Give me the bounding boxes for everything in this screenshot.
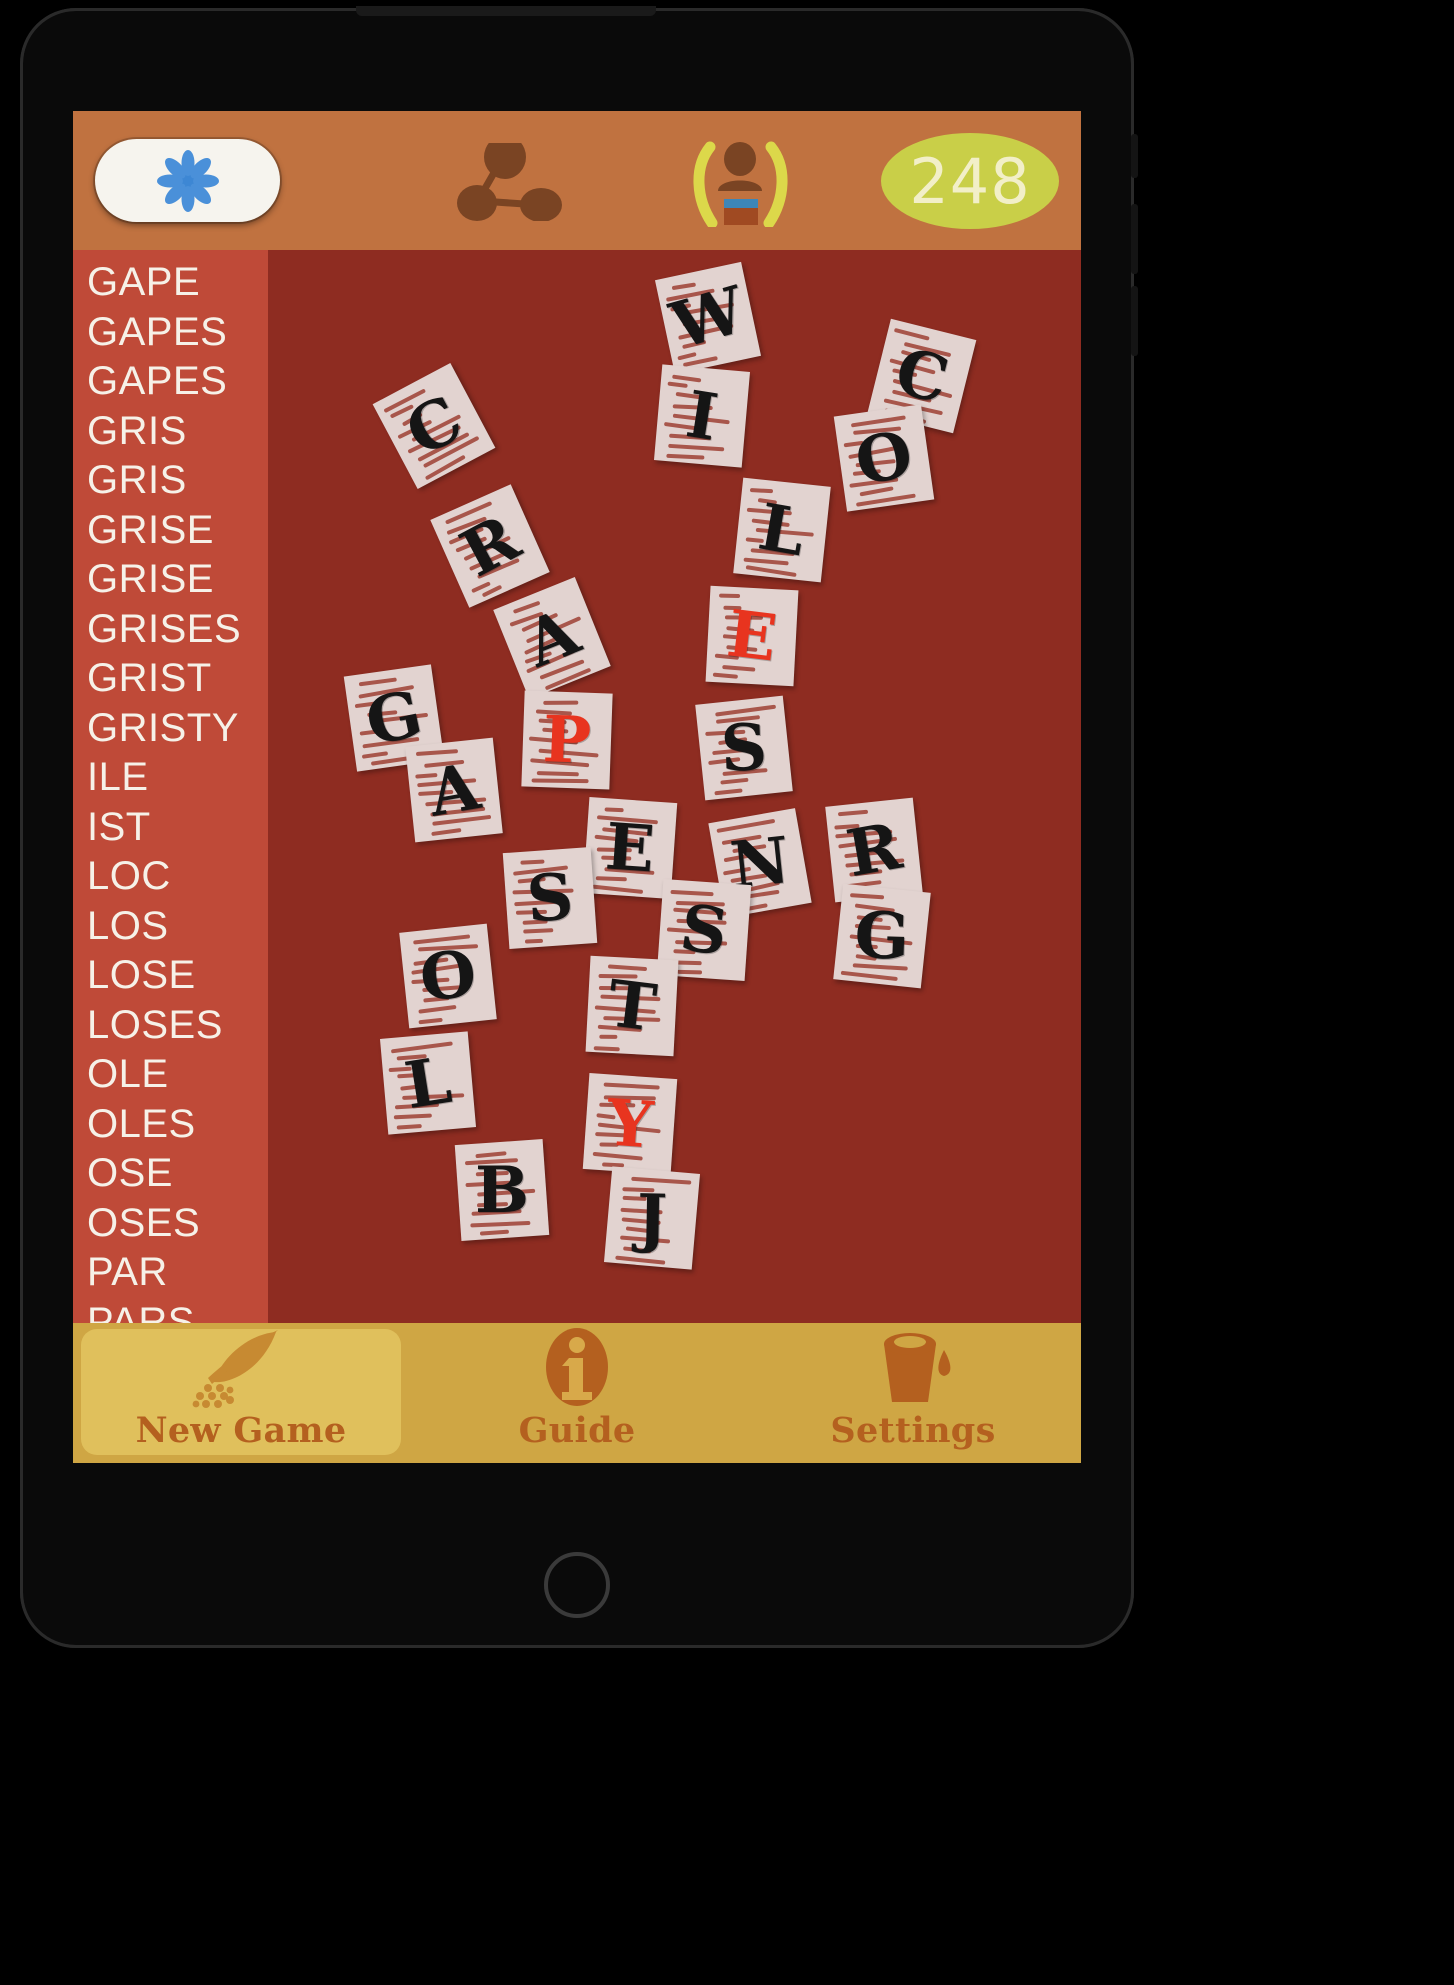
word-list-item: GAPES [87, 359, 228, 403]
letter-tile[interactable]: I [653, 364, 751, 468]
top-bar: 248 [73, 111, 1081, 250]
seed-scatter-icon [186, 1326, 296, 1408]
word-list-item: IST [87, 804, 151, 849]
word-list-item: LOSES [87, 1002, 223, 1047]
tablet-device-frame: 248 GAPE GAPES GAPES GRIS GRIS GRISE GRISE GRIS… [20, 6, 1138, 1648]
word-list-item: LOC [87, 854, 171, 898]
letter-tile[interactable]: S [695, 695, 793, 801]
tile-letter: B [474, 1152, 530, 1228]
trophy-person-icon[interactable] [688, 139, 793, 229]
letter-tile[interactable]: R [430, 484, 550, 608]
word-list-item: OLE [87, 1052, 169, 1096]
toolbar-item-settings[interactable]: Settings [745, 1323, 1081, 1463]
word-list-item: GRIS [87, 408, 187, 453]
word-list-item: GRISES [87, 606, 242, 651]
word-list-item: GRISE [87, 557, 214, 601]
tile-letter: J [636, 1180, 668, 1256]
tile-letter: W [663, 272, 753, 364]
letter-tile[interactable]: A [405, 737, 503, 843]
word-list-item: GRIST [87, 656, 212, 700]
toolbar-label-new-game: New Game [135, 1410, 347, 1451]
tile-letter: L [753, 489, 811, 571]
letter-tile[interactable]: O [399, 923, 497, 1029]
word-list-item: LOSE [87, 953, 196, 997]
letter-tile[interactable]: L [733, 477, 831, 583]
word-list-item: PAR [87, 1250, 168, 1294]
word-list-item: GRISTY [87, 705, 239, 750]
word-list-item: OSE [87, 1151, 173, 1195]
pot-droplet-icon [858, 1326, 968, 1408]
word-list-item: GRISE [87, 507, 214, 552]
letter-tile[interactable]: S [502, 847, 598, 949]
volume-down-button[interactable] [1131, 286, 1138, 356]
bottom-toolbar: New Game Guide Settings [73, 1323, 1081, 1463]
share-nodes-icon[interactable] [453, 135, 563, 222]
letter-tile[interactable]: L [379, 1031, 477, 1135]
letter-tile[interactable]: C [372, 362, 496, 490]
tile-letter: R [448, 500, 532, 592]
letter-tile[interactable]: J [603, 1166, 701, 1270]
tile-letter: P [541, 701, 593, 779]
device-speaker-notch [356, 6, 656, 16]
power-button[interactable] [1131, 134, 1138, 178]
letter-tile[interactable]: P [521, 690, 613, 790]
letter-tile-board[interactable]: WCIOCLRAEGPSAENRSSGOTLYBJ [268, 250, 1081, 1323]
word-list-item: LOS [87, 903, 169, 948]
score-value: 248 [909, 144, 1031, 218]
tile-letter: C [393, 380, 475, 472]
tile-letter: O [848, 415, 920, 501]
toolbar-item-guide[interactable]: Guide [409, 1323, 745, 1463]
letter-tile[interactable]: A [493, 577, 611, 699]
tile-letter: E [723, 595, 781, 677]
tile-letter: G [853, 897, 911, 975]
tile-letter: S [524, 858, 576, 938]
letter-tile[interactable]: W [654, 261, 762, 375]
letter-tile[interactable]: B [454, 1139, 550, 1241]
toolbar-label-guide: Guide [518, 1410, 636, 1451]
letter-tile[interactable]: Y [582, 1073, 678, 1175]
info-circle-icon [522, 1326, 632, 1408]
tile-letter: A [423, 748, 485, 832]
word-list-item: GRIS [87, 458, 187, 502]
app-screen: 248 GAPE GAPES GAPES GRIS GRIS GRISE GRISE GRIS… [73, 111, 1081, 1463]
word-list-item: ILE [87, 755, 149, 799]
tile-letter: I [681, 376, 723, 456]
found-words-list[interactable]: GAPE GAPES GAPES GRIS GRIS GRISE GRISE GRISES GR… [73, 250, 268, 1323]
tile-letter: S [719, 709, 769, 787]
tile-letter: O [416, 935, 480, 1017]
hint-button[interactable] [95, 139, 280, 222]
home-button[interactable] [544, 1552, 610, 1618]
word-list-item: OSES [87, 1200, 201, 1245]
letter-tile[interactable]: E [705, 585, 799, 687]
flower-asterisk-icon [155, 148, 221, 214]
toolbar-label-settings: Settings [830, 1410, 996, 1451]
tile-letter: L [399, 1042, 457, 1124]
word-list-item: OLES [87, 1101, 196, 1146]
game-body: GAPE GAPES GAPES GRIS GRIS GRISE GRISE GRISES GR… [73, 250, 1081, 1323]
volume-up-button[interactable] [1131, 204, 1138, 274]
tile-letter: A [514, 593, 590, 683]
letter-tile[interactable]: G [833, 883, 931, 989]
letter-tile[interactable]: T [585, 955, 679, 1057]
toolbar-item-new-game[interactable]: New Game [73, 1323, 409, 1463]
tile-letter: Y [604, 1084, 656, 1164]
word-list-item: GAPES [87, 309, 228, 354]
word-list-item: GAPE [87, 260, 201, 304]
score-badge: 248 [881, 133, 1059, 229]
tile-letter: T [603, 965, 661, 1047]
word-list-item: PARS [87, 1299, 195, 1324]
letter-tile[interactable]: O [833, 404, 935, 512]
